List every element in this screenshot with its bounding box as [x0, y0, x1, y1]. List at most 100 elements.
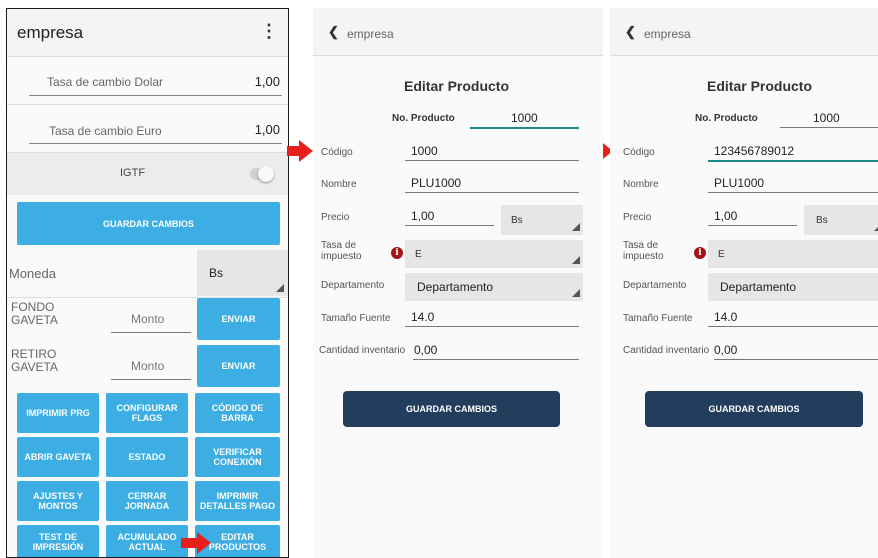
- dropdown-arrow-icon: [874, 223, 878, 231]
- retiro-underline: [111, 379, 191, 380]
- tasa-label: Tasa de impuesto: [321, 240, 362, 262]
- app-title: empresa: [17, 23, 84, 42]
- fondo-send-button[interactable]: ENVIAR: [197, 298, 280, 340]
- retiro-amount-input[interactable]: Monto: [131, 359, 164, 373]
- departamento-label: Departamento: [321, 280, 385, 291]
- red-arrow-icon: [287, 140, 313, 162]
- kebab-icon[interactable]: ⋮: [260, 21, 278, 42]
- inventario-underline: [714, 359, 878, 360]
- info-icon[interactable]: i: [694, 247, 706, 259]
- print-payment-details-button[interactable]: IMPRIMIR DETALLES PAGO: [195, 481, 280, 521]
- codigo-underline: [708, 160, 878, 162]
- fuente-input[interactable]: 14.0: [411, 310, 434, 324]
- codigo-input[interactable]: 123456789012: [714, 144, 794, 158]
- inventario-label: Cantidad inventario: [623, 345, 710, 356]
- tasa-dropdown[interactable]: E: [405, 240, 583, 268]
- tasa-value: E: [415, 249, 422, 260]
- igtf-row: IGTF: [7, 153, 288, 195]
- inventario-input[interactable]: 0,00: [714, 343, 737, 357]
- back-icon[interactable]: ❮: [625, 24, 636, 40]
- codigo-label: Código: [623, 147, 655, 158]
- precio-underline: [708, 225, 797, 226]
- product-no-input[interactable]: 1000: [511, 111, 538, 125]
- currency-label: Moneda: [9, 266, 56, 281]
- inventario-underline: [413, 359, 579, 360]
- tasa-dropdown[interactable]: E: [708, 240, 878, 268]
- main-screen: empresa ⋮ Tasa de cambio Dolar 1,00 Tasa…: [6, 8, 289, 558]
- precio-input[interactable]: 1,00: [714, 209, 737, 223]
- barcode-button[interactable]: CÓDIGO DE BARRA: [195, 393, 280, 433]
- fuente-underline: [405, 326, 579, 327]
- nav-title: empresa: [347, 27, 394, 41]
- save-changes-button[interactable]: GUARDAR CAMBIOS: [645, 391, 863, 427]
- departamento-value: Departamento: [720, 280, 797, 294]
- inventario-label: Cantidad inventario: [319, 345, 406, 356]
- retiro-send-button[interactable]: ENVIAR: [197, 345, 280, 387]
- precio-currency-dropdown[interactable]: Bs: [501, 205, 583, 235]
- test-print-button[interactable]: TEST DE IMPRESIÓN: [17, 525, 99, 557]
- codigo-underline: [405, 160, 579, 161]
- verify-connection-button[interactable]: VERIFICAR CONEXIÓN: [195, 437, 280, 477]
- nombre-label: Nombre: [623, 179, 659, 190]
- precio-currency-dropdown[interactable]: Bs: [804, 205, 878, 235]
- inventario-input[interactable]: 0,00: [414, 343, 437, 357]
- nav-bar: ❮ empresa: [610, 8, 878, 56]
- accumulated-button[interactable]: ACUMULADO ACTUAL: [106, 525, 188, 557]
- config-flags-button[interactable]: CONFIGURAR FLAGS: [106, 393, 188, 433]
- nombre-underline: [708, 192, 878, 193]
- departamento-dropdown[interactable]: Departamento: [405, 273, 583, 301]
- product-no-underline: [780, 127, 878, 128]
- tasa-label: Tasa de impuesto: [623, 240, 664, 262]
- currency-value: Bs: [209, 266, 224, 280]
- red-arrow-icon: [181, 532, 211, 554]
- precio-underline: [405, 225, 494, 226]
- save-changes-button[interactable]: GUARDAR CAMBIOS: [17, 202, 280, 245]
- fuente-underline: [708, 326, 878, 327]
- rate-dolar-label: Tasa de cambio Dolar: [47, 75, 164, 89]
- form-title: Editar Producto: [404, 78, 510, 94]
- precio-input[interactable]: 1,00: [411, 209, 434, 223]
- nombre-input[interactable]: PLU1000: [714, 176, 764, 190]
- close-day-button[interactable]: CERRAR JORNADA: [106, 481, 188, 521]
- precio-currency-value: Bs: [816, 215, 828, 226]
- igtf-toggle[interactable]: [250, 166, 274, 182]
- rate-euro-input[interactable]: 1,00: [255, 122, 280, 137]
- currency-dropdown[interactable]: Bs: [197, 250, 288, 296]
- codigo-label: Código: [321, 147, 353, 158]
- product-no-input[interactable]: 1000: [813, 111, 840, 125]
- departamento-value: Departamento: [417, 280, 494, 294]
- codigo-input[interactable]: 1000: [411, 144, 438, 158]
- rate-euro-underline: [29, 143, 282, 144]
- igtf-label: IGTF: [120, 167, 146, 179]
- print-prg-button[interactable]: IMPRIMIR PRG: [17, 393, 99, 433]
- adjustments-button[interactable]: AJUSTES Y MONTOS: [17, 481, 99, 521]
- nombre-underline: [405, 192, 579, 193]
- fuente-label: Tamaño Fuente: [623, 313, 693, 324]
- app-bar: empresa ⋮: [7, 9, 288, 57]
- status-button[interactable]: ESTADO: [106, 437, 188, 477]
- fuente-input[interactable]: 14.0: [714, 310, 737, 324]
- precio-currency-value: Bs: [511, 215, 523, 226]
- fuente-label: Tamaño Fuente: [321, 313, 391, 324]
- open-drawer-button[interactable]: ABRIR GAVETA: [17, 437, 99, 477]
- product-no-label: No. Producto: [392, 113, 455, 124]
- back-icon[interactable]: ❮: [328, 24, 339, 40]
- rate-dolar-input[interactable]: 1,00: [255, 74, 280, 89]
- departamento-dropdown[interactable]: Departamento: [708, 273, 878, 301]
- info-icon[interactable]: i: [391, 247, 403, 259]
- rate-euro-label: Tasa de cambio Euro: [49, 124, 162, 138]
- retiro-label: RETIRO GAVETA: [11, 347, 58, 374]
- rate-dolar-underline: [29, 95, 282, 96]
- save-changes-button[interactable]: GUARDAR CAMBIOS: [343, 391, 560, 427]
- product-no-label: No. Producto: [695, 113, 758, 124]
- nav-bar: ❮ empresa: [313, 8, 603, 56]
- dropdown-arrow-icon: [572, 289, 580, 297]
- fondo-label: FONDO GAVETA: [11, 300, 58, 327]
- dropdown-arrow-icon: [572, 223, 580, 231]
- fondo-amount-input[interactable]: Monto: [131, 312, 164, 326]
- nav-title: empresa: [644, 27, 691, 41]
- nombre-input[interactable]: PLU1000: [411, 176, 461, 190]
- precio-label: Precio: [623, 212, 652, 223]
- departamento-label: Departamento: [623, 280, 687, 291]
- tasa-value: E: [718, 249, 725, 260]
